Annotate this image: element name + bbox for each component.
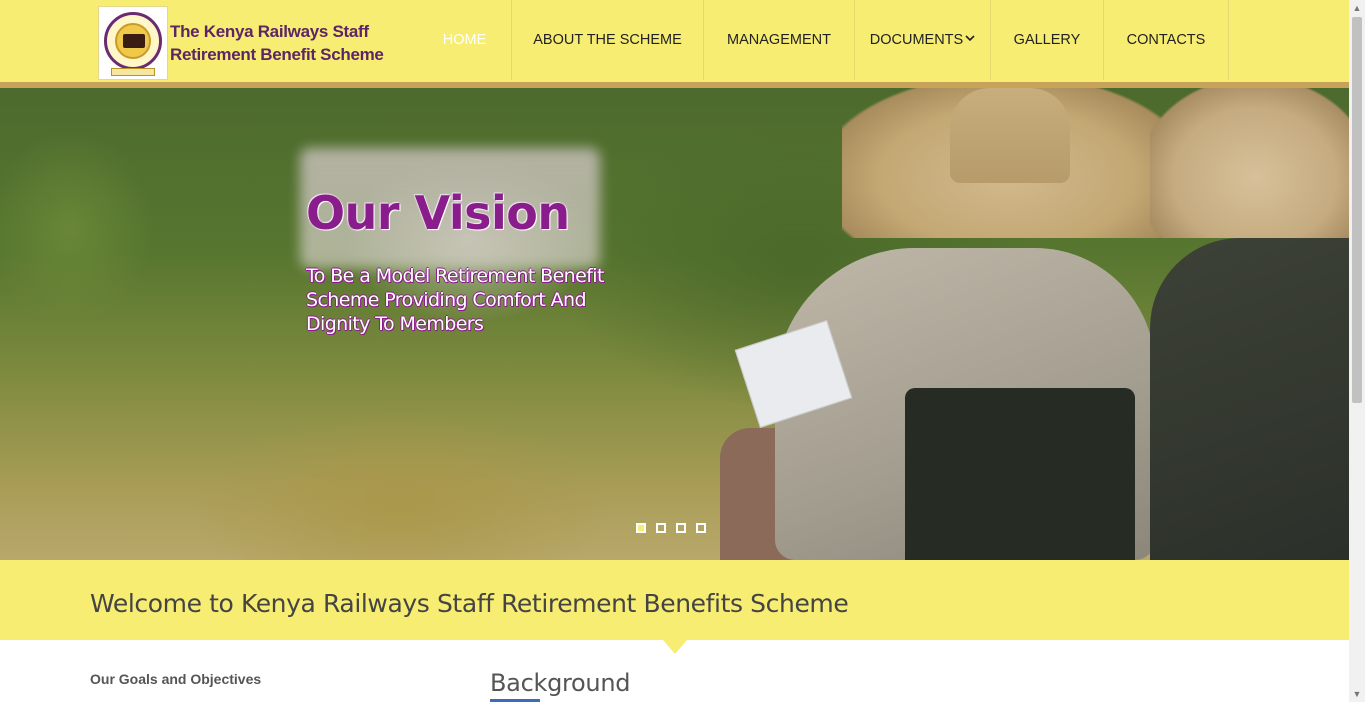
slide-title: Our Vision <box>306 186 570 240</box>
scrollbar-thumb[interactable] <box>1352 17 1362 403</box>
slide-subtitle: To Be a Model Retirement Benefit Scheme … <box>306 265 604 335</box>
hero-person-2 <box>1150 238 1349 560</box>
logo-line-2: Retirement Benefit Scheme <box>170 45 384 64</box>
page-scrollbar[interactable]: ▲ ▼ <box>1349 0 1365 702</box>
slider-dot-4[interactable] <box>696 523 706 533</box>
nav-item-contacts[interactable]: CONTACTS <box>1104 0 1229 80</box>
nav-label-contacts: CONTACTS <box>1126 32 1206 48</box>
nav-item-management[interactable]: MANAGEMENT <box>704 0 855 80</box>
chevron-down-icon <box>965 34 975 45</box>
nav-label-about: ABOUT THE SCHEME <box>533 32 682 48</box>
hero-chair <box>905 388 1135 560</box>
nav-item-about[interactable]: ABOUT THE SCHEME <box>512 0 704 80</box>
logo-text: The Kenya Railways Staff Retirement Bene… <box>170 20 384 66</box>
background-heading: Background <box>490 669 631 697</box>
nav-item-gallery[interactable]: GALLERY <box>991 0 1104 80</box>
nav-item-home[interactable]: HOME <box>418 0 512 80</box>
slider-dot-3[interactable] <box>676 523 686 533</box>
nav-item-documents[interactable]: DOCUMENTS <box>855 0 991 80</box>
nav-label-home: HOME <box>442 32 487 48</box>
welcome-banner: Welcome to Kenya Railways Staff Retireme… <box>0 560 1349 640</box>
arrow-down-icon[interactable]: ▼ <box>1349 686 1365 702</box>
welcome-pointer <box>663 640 687 654</box>
site-header: The Kenya Railways Staff Retirement Bene… <box>0 0 1349 83</box>
nav-label-management: MANAGEMENT <box>727 32 831 48</box>
nav-label-documents: DOCUMENTS <box>869 32 964 48</box>
logo-line-1: The Kenya Railways Staff <box>170 22 369 41</box>
nav-label-gallery: GALLERY <box>1013 32 1081 48</box>
site-logo[interactable]: The Kenya Railways Staff Retirement Bene… <box>98 6 384 80</box>
railway-seal-logo <box>98 6 168 80</box>
slider-pagination <box>636 523 706 533</box>
slider-dot-2[interactable] <box>656 523 666 533</box>
slider-dot-1[interactable] <box>636 523 646 533</box>
main-nav: HOME ABOUT THE SCHEME MANAGEMENT DOCUMEN… <box>418 0 1229 80</box>
hero-hat-2 <box>1150 88 1349 238</box>
hero-hat-1-crown <box>950 88 1070 183</box>
welcome-heading: Welcome to Kenya Railways Staff Retireme… <box>90 589 849 618</box>
goals-heading: Our Goals and Objectives <box>90 671 262 687</box>
arrow-up-icon[interactable]: ▲ <box>1349 0 1365 16</box>
hero-slider[interactable] <box>0 88 1349 560</box>
